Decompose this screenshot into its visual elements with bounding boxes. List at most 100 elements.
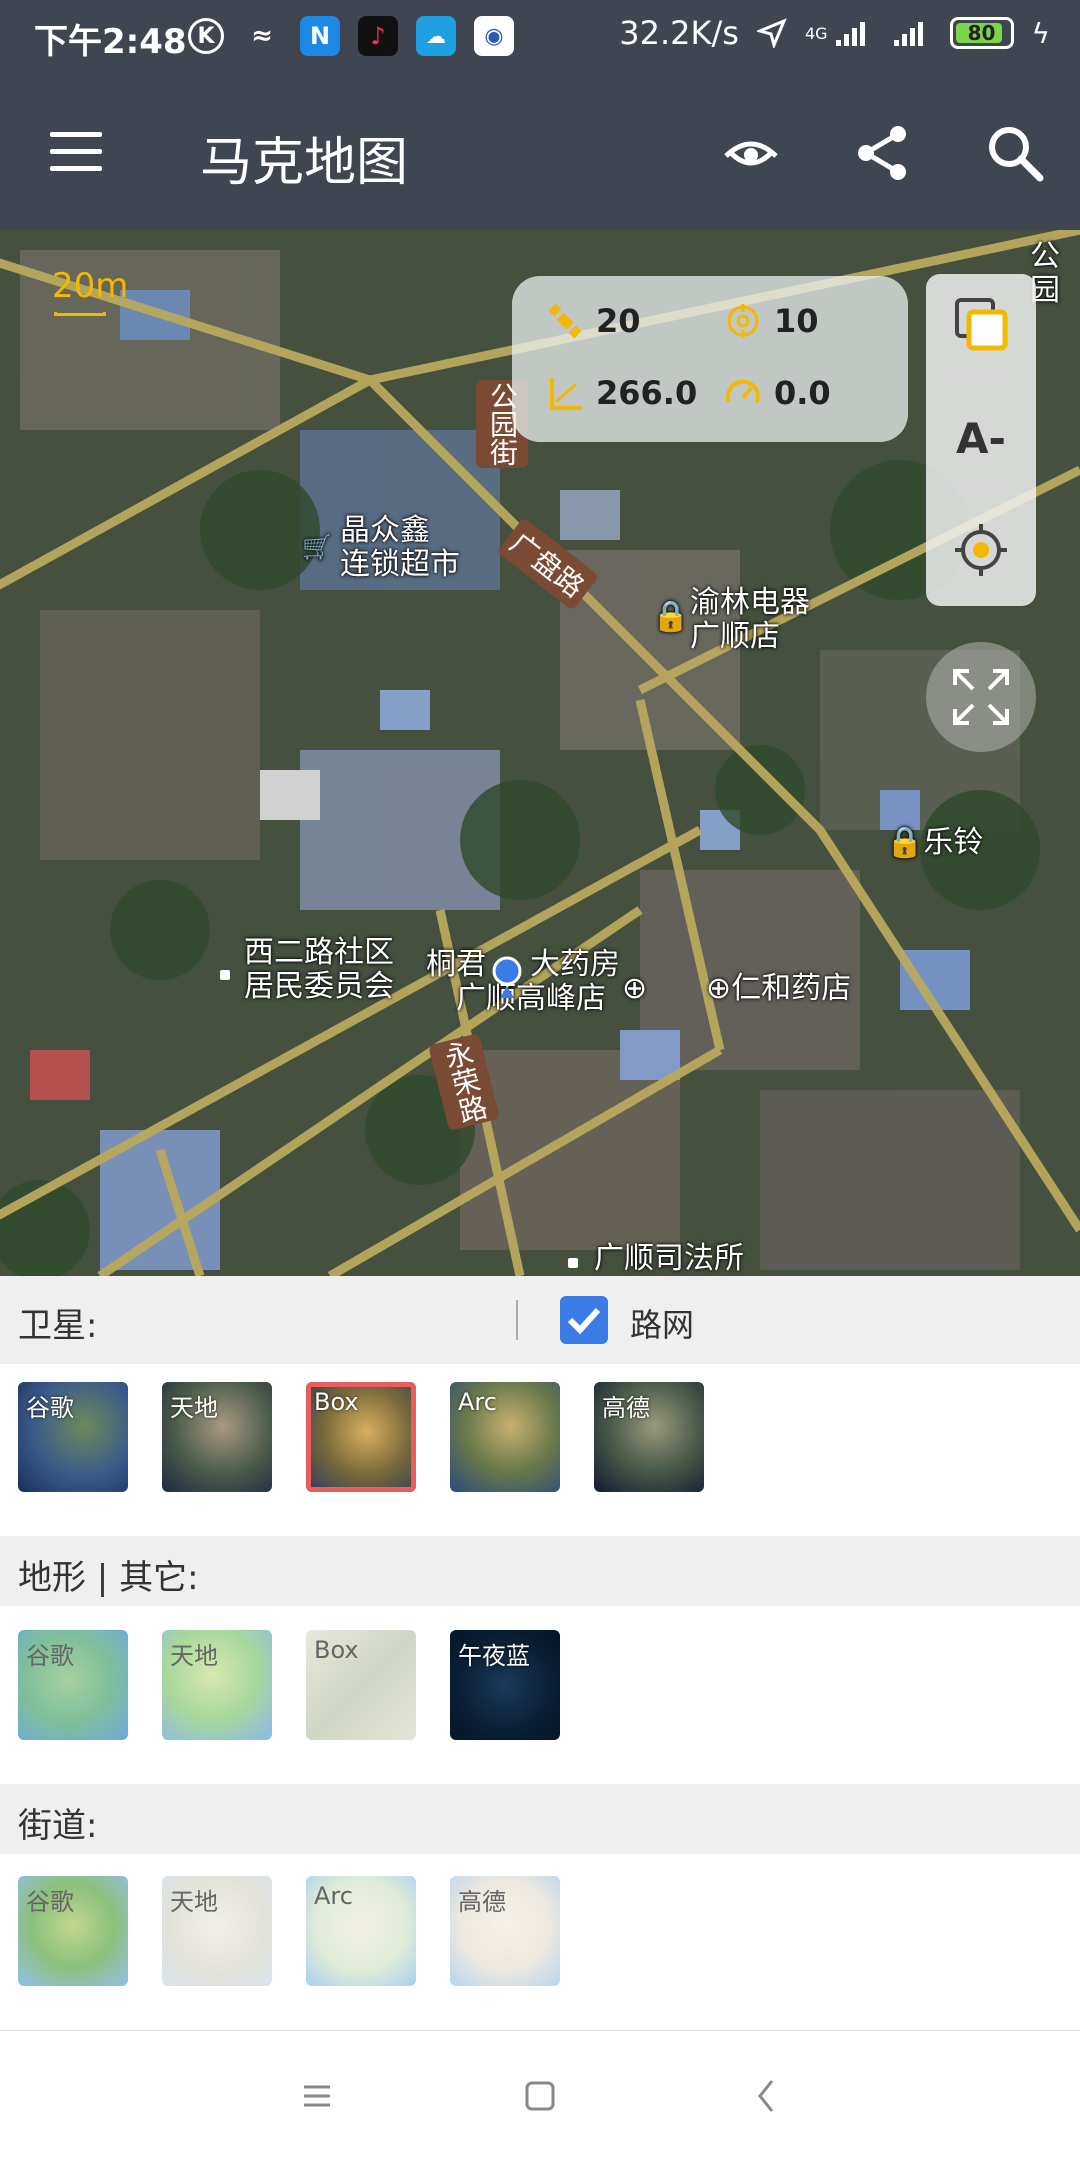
- satellite-tile-box[interactable]: Box: [306, 1382, 416, 1492]
- poi6-text: 仁和药店: [731, 971, 852, 1006]
- current-location-pin[interactable]: [490, 956, 524, 1000]
- speedometer-icon: [726, 379, 760, 403]
- satellite-section-title: 卫星:: [18, 1306, 98, 1346]
- terrain-tile-tianditu[interactable]: 天地: [162, 1630, 272, 1740]
- eye-icon[interactable]: [720, 122, 782, 184]
- terrain-tile-box[interactable]: Box: [306, 1630, 416, 1740]
- cross-icon-2: ⊕: [706, 971, 732, 1006]
- tile-label: 谷歌: [26, 1394, 74, 1422]
- tilde-icon: ≈: [251, 21, 273, 51]
- shield-app-icon: ◉: [474, 16, 514, 56]
- satellite-tile-arc[interactable]: Arc: [450, 1382, 560, 1492]
- poi-dot: [220, 970, 230, 980]
- signal-icon: [835, 22, 865, 46]
- poi3-text: 乐铃: [923, 825, 984, 860]
- tile-label: 天地: [170, 1394, 218, 1422]
- scale-bar: [54, 312, 106, 316]
- menu-icon[interactable]: [50, 132, 102, 172]
- gps-info-panel: 20 10 266.0 0.0: [512, 276, 908, 442]
- accuracy: 10: [724, 302, 819, 340]
- tile-label: Arc: [314, 1882, 353, 1910]
- poi5-line1b: 大药房: [530, 947, 620, 982]
- poi5-line1: 桐君: [426, 947, 486, 982]
- tiktok-icon: ♪: [358, 16, 398, 56]
- poi-label-renhe: ⊕仁和药店: [706, 972, 851, 1006]
- speed: 0.0: [724, 374, 831, 412]
- tile-label: 天地: [170, 1888, 218, 1916]
- street-tile-google[interactable]: 谷歌: [18, 1876, 128, 1986]
- poi4-line1: 西二路社区: [244, 935, 394, 970]
- poi4-line2: 居民委员会: [244, 969, 394, 1004]
- poi2-line2: 广顺店: [690, 619, 780, 654]
- street-tiles: 谷歌 天地 Arc 高德: [0, 1854, 1080, 2030]
- system-nav-bar: [0, 2030, 1080, 2160]
- street-tile-gaode[interactable]: 高德: [450, 1876, 560, 1986]
- tile-label: 午夜蓝: [458, 1642, 530, 1670]
- tile-label: 高德: [602, 1394, 650, 1422]
- battery-icon: 80: [949, 17, 1014, 49]
- side-divider: [954, 380, 1008, 383]
- n-app-icon: N: [300, 16, 340, 56]
- layers-icon[interactable]: [926, 274, 1036, 374]
- altitude: 266.0: [546, 374, 697, 412]
- speed-value: 0.0: [774, 374, 831, 412]
- locate-icon[interactable]: [926, 500, 1036, 600]
- side-divider-2: [954, 492, 1008, 495]
- poi-label-sifasuo: 广顺司法所: [594, 1241, 744, 1276]
- satellite-count: 20: [546, 302, 641, 340]
- cloud-app-icon: ☁: [416, 16, 456, 56]
- satellite-tile-gaode[interactable]: 高德: [594, 1382, 704, 1492]
- share-icon[interactable]: [852, 122, 914, 184]
- cross-icon: ⊕: [622, 971, 648, 1006]
- tile-label: 谷歌: [26, 1888, 74, 1916]
- poi-dot-2: [568, 1258, 578, 1268]
- terrain-section-title: 地形 | 其它:: [18, 1558, 199, 1598]
- terrain-tile-google[interactable]: 谷歌: [18, 1630, 128, 1740]
- satellite-value: 20: [596, 302, 641, 340]
- search-icon[interactable]: [984, 122, 1046, 184]
- poi-label-jingzhongxin: 晶众鑫 连锁超市: [340, 514, 460, 582]
- poi-label-leling: 🔒乐铃: [886, 826, 983, 860]
- tile-label: Arc: [458, 1388, 497, 1416]
- road-network-checkbox[interactable]: [560, 1296, 608, 1344]
- street-tile-tianditu[interactable]: 天地: [162, 1876, 272, 1986]
- poi2-line1: 渝林电器: [690, 585, 810, 620]
- status-time: 下午2:48: [34, 22, 187, 62]
- map-side-controls: A-: [926, 274, 1036, 606]
- satellite-section-header: 卫星: 路网: [0, 1276, 1080, 1364]
- home-nav-icon[interactable]: [515, 2071, 565, 2121]
- satellite-tile-google[interactable]: 谷歌: [18, 1382, 128, 1492]
- accuracy-value: 10: [774, 302, 819, 340]
- tile-label: 高德: [458, 1888, 506, 1916]
- satellite-tile-tianditu[interactable]: 天地: [162, 1382, 272, 1492]
- map-view[interactable]: 20m 公园 公园街 广盘路 永荣路 🛒 晶众鑫 连锁超市 🔒 渝林电器 广顺店…: [0, 230, 1080, 1276]
- poi1-line1: 晶众鑫: [340, 513, 430, 548]
- altitude-icon: [550, 378, 582, 410]
- app-title: 马克地图: [200, 133, 409, 193]
- menu-nav-icon[interactable]: [292, 2071, 342, 2121]
- terrain-tile-midnight-blue[interactable]: 午夜蓝: [450, 1630, 560, 1740]
- road-network-label[interactable]: 路网: [630, 1300, 694, 1346]
- tile-label: 天地: [170, 1642, 218, 1670]
- header-divider: [516, 1300, 518, 1340]
- back-nav-icon[interactable]: [742, 2071, 792, 2121]
- font-size-icon[interactable]: A-: [926, 388, 1036, 488]
- store-icon: 🛒: [302, 533, 332, 561]
- poi1-line2: 连锁超市: [340, 547, 460, 582]
- app-bar: 马克地图: [0, 76, 1080, 230]
- charging-icon: ϟ: [1031, 16, 1050, 50]
- tile-label: Box: [314, 1388, 359, 1416]
- poi-label-xierlu: 西二路社区 居民委员会: [244, 936, 394, 1004]
- satellite-icon: [548, 303, 582, 339]
- fullscreen-icon[interactable]: [926, 642, 1036, 752]
- satellite-tiles: 谷歌 天地 Box Arc 高德: [0, 1364, 1080, 1536]
- network-speed: 32.2K/s: [619, 14, 739, 52]
- terrain-section-header: 地形 | 其它:: [0, 1536, 1080, 1606]
- map-label-edge: 公园: [1030, 239, 1060, 308]
- street-section-header: 街道:: [0, 1784, 1080, 1854]
- accuracy-icon: [727, 304, 759, 338]
- scale-label: 20m: [52, 266, 129, 306]
- street-tile-arc[interactable]: Arc: [306, 1876, 416, 1986]
- location-arrow-icon: [756, 18, 787, 48]
- lock-icon: 🔒: [652, 599, 690, 634]
